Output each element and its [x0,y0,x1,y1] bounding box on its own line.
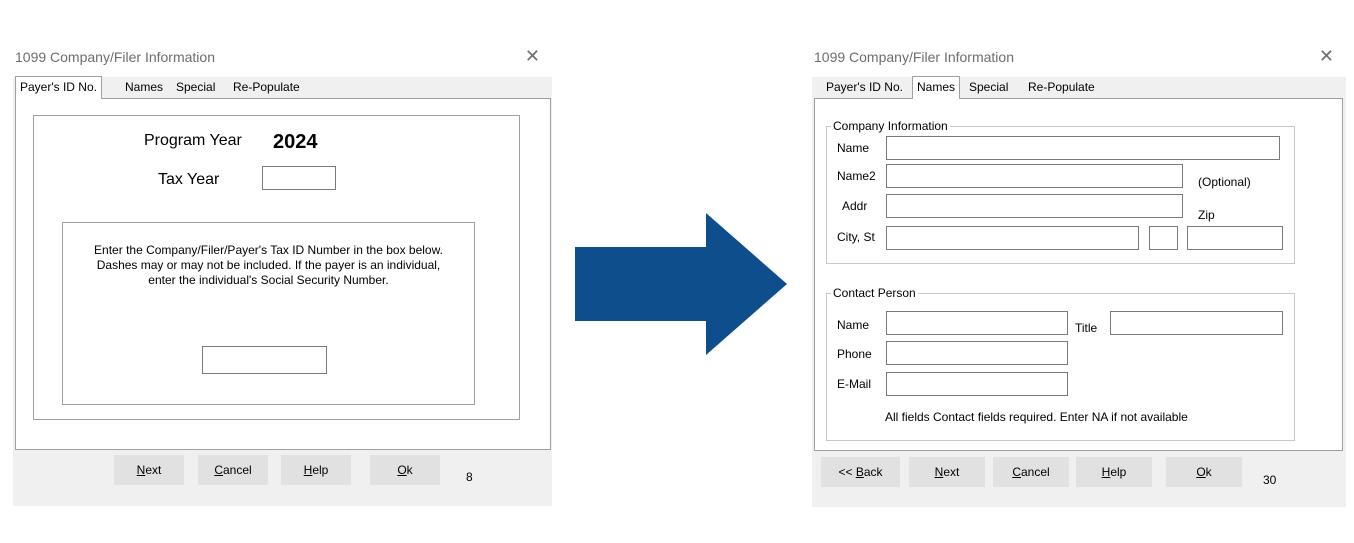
right-dialog-title: 1099 Company/Filer Information [814,49,1014,65]
left-tab-panel: Program Year 2024 Tax Year Enter the Com… [15,98,551,450]
optional-label: (Optional) [1198,175,1251,189]
tax-id-instructions: Enter the Company/Filer/Payer's Tax ID N… [94,243,443,287]
right-title-bar: 1099 Company/Filer Information ✕ [812,37,1346,77]
contact-email-label: E-Mail [837,377,872,391]
program-year-value: 2024 [273,131,318,153]
left-dialog: 1099 Company/Filer Information ✕ Payer's… [13,37,552,506]
company-info-group-label: Company Information [831,119,950,133]
zip-label: Zip [1198,208,1215,222]
contact-phone-input[interactable] [886,341,1068,365]
left-title-bar: 1099 Company/Filer Information ✕ [13,37,552,77]
contact-phone-label: Phone [837,347,872,361]
right-next-button[interactable]: Next [909,457,985,487]
left-tab-names[interactable]: Names [121,77,167,97]
right-tab-panel: Company Information Name Name2 (Optional… [814,98,1343,451]
contact-name-label: Name [837,318,870,332]
tax-id-input[interactable] [202,346,327,374]
right-cancel-button[interactable]: Cancel [993,457,1069,487]
company-name-input[interactable] [886,136,1280,160]
left-tab-special[interactable]: Special [172,77,219,97]
left-close-icon[interactable]: ✕ [525,37,540,77]
contact-person-group-label: Contact Person [831,286,918,300]
left-tab-payers-id[interactable]: Payer's ID No. [15,76,102,99]
right-tab-repopulate[interactable]: Re-Populate [1024,77,1099,97]
right-ok-button[interactable]: Ok [1166,457,1242,487]
right-tab-names[interactable]: Names [912,76,961,99]
left-help-button[interactable]: Help [281,455,351,485]
right-dialog: 1099 Company/Filer Information ✕ Payer's… [812,37,1346,507]
contact-title-input[interactable] [1110,311,1283,335]
contact-title-label: Title [1075,321,1098,335]
right-help-button[interactable]: Help [1076,457,1152,487]
right-tab-payers-id[interactable]: Payer's ID No. [822,77,907,97]
tax-year-input[interactable] [262,166,336,190]
company-name-label: Name [837,141,870,155]
contact-email-input[interactable] [886,372,1068,396]
state-input[interactable] [1149,226,1178,250]
program-year-label: Program Year [144,132,242,149]
zip-input[interactable] [1187,226,1283,250]
right-arrow-icon [575,213,787,355]
city-st-label: City, St [837,230,875,244]
left-next-button[interactable]: Next [114,455,184,485]
contact-required-note: All fields Contact fields required. Ente… [885,410,1188,424]
left-ok-button[interactable]: Ok [370,455,440,485]
company-name2-input[interactable] [886,164,1183,188]
right-page-number: 30 [1263,473,1277,487]
city-input[interactable] [886,226,1139,250]
left-cancel-button[interactable]: Cancel [198,455,268,485]
right-back-button[interactable]: << Back [821,457,900,487]
contact-name-input[interactable] [886,311,1068,335]
company-addr-input[interactable] [886,194,1183,218]
tax-year-label: Tax Year [158,171,220,188]
right-tab-special[interactable]: Special [965,77,1012,97]
company-name2-label: Name2 [837,169,876,183]
left-tab-repopulate[interactable]: Re-Populate [229,77,304,97]
left-dialog-title: 1099 Company/Filer Information [15,49,215,65]
right-close-icon[interactable]: ✕ [1319,37,1334,77]
company-addr-label: Addr [842,199,868,213]
left-page-number: 8 [466,470,473,484]
